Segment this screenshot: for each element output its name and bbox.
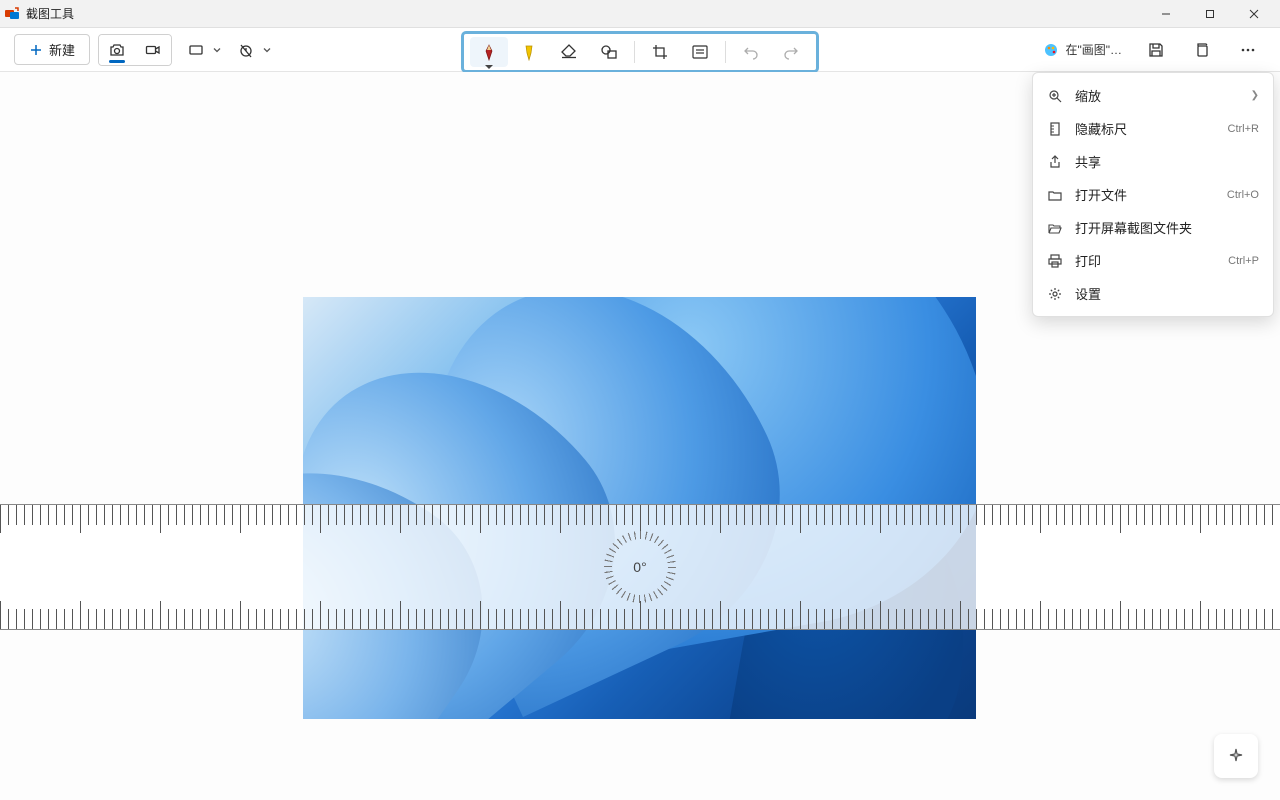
chevron-down-icon[interactable] [262,45,272,55]
folder-icon [1047,187,1063,203]
shapes-icon [600,44,618,60]
menu-item-hide-ruler[interactable]: 隐藏标尺 Ctrl+R [1033,112,1273,145]
app-title: 截图工具 [26,5,1144,22]
edit-in-paint-button[interactable]: 在"画图"… [1037,37,1128,62]
zoom-icon [1047,88,1063,104]
shapes-tool-button[interactable] [590,37,628,67]
menu-item-label: 打开屏幕截图文件夹 [1075,218,1192,237]
sparkle-icon [1226,746,1246,766]
save-icon [1148,42,1164,58]
menu-item-open-file[interactable]: 打开文件 Ctrl+O [1033,178,1273,211]
rectangle-icon [188,42,204,58]
ruler-icon [1047,121,1063,137]
ruler[interactable]: 0° [0,504,1280,630]
gear-icon [1047,286,1063,302]
menu-shortcut: Ctrl+R [1228,123,1259,135]
menu-item-label: 设置 [1075,284,1101,303]
menu-item-label: 打印 [1075,251,1101,270]
undo-icon [743,44,759,60]
folder-open-icon [1047,220,1063,236]
new-button-label: 新建 [49,40,75,59]
help-button[interactable] [1214,734,1258,778]
paint-icon [1043,42,1059,58]
ruler-angle-label: 0° [604,531,676,603]
print-icon [1047,253,1063,269]
screenshot-mode-button[interactable] [99,35,135,65]
menu-item-label: 隐藏标尺 [1075,119,1127,138]
text-extract-button[interactable] [681,37,719,67]
more-button[interactable] [1230,35,1266,65]
separator [725,41,726,63]
crop-icon [652,44,668,60]
delay-button[interactable] [228,35,264,65]
highlighter-tool-button[interactable] [510,37,548,67]
menu-item-zoom[interactable]: 缩放 ❯ [1033,79,1273,112]
menu-shortcut: Ctrl+O [1227,189,1259,201]
menu-item-share[interactable]: 共享 [1033,145,1273,178]
share-icon [1047,154,1063,170]
toolbar: 新建 [0,28,1280,72]
eraser-icon [560,44,578,60]
redo-icon [783,44,799,60]
copy-button[interactable] [1184,35,1220,65]
more-icon [1240,42,1256,58]
app-icon [4,6,20,22]
highlighter-icon [521,43,537,61]
shape-mode-button[interactable] [178,35,214,65]
menu-item-label: 共享 [1075,152,1101,171]
chevron-right-icon: ❯ [1251,90,1259,101]
minimize-button[interactable] [1144,0,1188,28]
menu-item-print[interactable]: 打印 Ctrl+P [1033,244,1273,277]
paint-link-label: 在"画图"… [1065,41,1122,58]
menu-item-settings[interactable]: 设置 [1033,277,1273,310]
separator [634,41,635,63]
undo-button[interactable] [732,37,770,67]
plus-icon [29,43,43,57]
new-button[interactable]: 新建 [14,34,90,65]
titlebar: 截图工具 [0,0,1280,28]
menu-item-open-screenshots-folder[interactable]: 打开屏幕截图文件夹 [1033,211,1273,244]
menu-item-label: 打开文件 [1075,185,1127,204]
save-button[interactable] [1138,35,1174,65]
copy-icon [1194,42,1210,58]
close-button[interactable] [1232,0,1276,28]
menu-shortcut: Ctrl+P [1228,255,1259,267]
video-mode-button[interactable] [135,35,171,65]
chevron-down-icon[interactable] [212,45,222,55]
camera-icon [109,42,125,58]
more-menu: 缩放 ❯ 隐藏标尺 Ctrl+R 共享 打开文件 Ctrl+O 打开屏幕截图文件… [1032,72,1274,317]
pen-tool-button[interactable] [470,37,508,67]
eraser-tool-button[interactable] [550,37,588,67]
redo-button[interactable] [772,37,810,67]
text-actions-icon [691,44,709,60]
maximize-button[interactable] [1188,0,1232,28]
timer-off-icon [238,42,254,58]
capture-mode-toggle [98,34,172,66]
menu-item-label: 缩放 [1075,86,1101,105]
crop-tool-button[interactable] [641,37,679,67]
annotation-tools [461,31,819,73]
pen-icon [481,43,497,61]
video-icon [145,42,161,58]
